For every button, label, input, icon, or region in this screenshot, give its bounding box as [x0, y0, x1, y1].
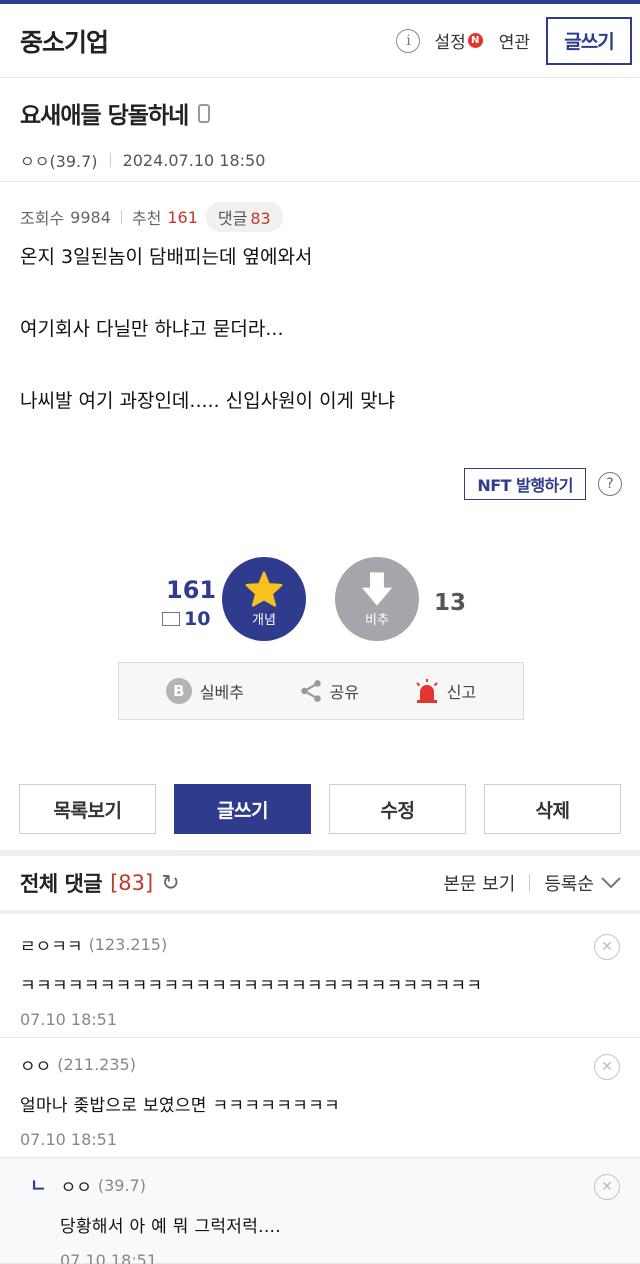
- board-header: 중소기업 i 설정 N 연관 글쓰기: [0, 4, 640, 78]
- comment-author[interactable]: ㄴ ㅇㅇ (39.7): [30, 1172, 620, 1198]
- real-best-label: 실베추: [199, 683, 244, 702]
- rec-count: 161: [167, 207, 198, 227]
- views-label: 조회수: [20, 209, 65, 228]
- body-line: 온지 3일된놈이 담배피는데 옆에와서: [20, 246, 313, 268]
- comments-header: 전체 댓글 [83] ↻ 본문 보기 등록순: [0, 856, 640, 914]
- nft-row: NFT 발행하기 ?: [464, 468, 622, 500]
- board-name[interactable]: 중소기업: [20, 23, 396, 59]
- share-icon: [300, 680, 321, 702]
- related-link[interactable]: 연관: [499, 28, 530, 53]
- post-stats: 조회수 9984 추천 161 댓글 83: [0, 182, 640, 232]
- downvote-label: 비추: [365, 612, 389, 628]
- post-button-row: 목록보기 글쓰기 수정 삭제: [19, 784, 621, 834]
- post-author[interactable]: ㅇㅇ(39.7): [20, 148, 98, 172]
- close-icon[interactable]: ✕: [594, 934, 620, 960]
- post-title: 요새애들 당돌하네: [20, 96, 620, 130]
- comment-item: ㅇㅇ (211.235) 얼마나 좆밥으로 보였으면 ㅋㅋㅋㅋㅋㅋㅋㅋ 07.1…: [0, 1038, 640, 1158]
- close-icon[interactable]: ✕: [594, 1174, 620, 1200]
- post-header: 요새애들 당돌하네 ㅇㅇ(39.7) 2024.07.10 18:50: [0, 78, 640, 182]
- report-label: 신고: [446, 683, 477, 702]
- list-button[interactable]: 목록보기: [19, 784, 156, 834]
- comment-item: ㄹㅇㅋㅋ (123.215) ㅋㅋㅋㅋㅋㅋㅋㅋㅋㅋㅋㅋㅋㅋㅋㅋㅋㅋㅋㅋㅋㅋㅋㅋㅋ…: [0, 918, 640, 1038]
- vote-area: 161 10 개념 비추 13: [0, 556, 640, 646]
- comment-author[interactable]: ㅇㅇ (211.235): [20, 1052, 620, 1077]
- siren-icon: [416, 679, 438, 703]
- fixed-upvote: 10: [162, 608, 210, 630]
- divider: [529, 874, 531, 892]
- comment-author[interactable]: ㄹㅇㅋㅋ (123.215): [20, 932, 620, 957]
- post-title-text: 요새애들 당돌하네: [20, 103, 189, 129]
- arrow-down-icon: [361, 571, 393, 606]
- chevron-down-icon[interactable]: [600, 876, 622, 890]
- body-line: 나씨발 여기 과장인데..... 신입사원이 이게 맞냐: [20, 390, 396, 412]
- comment-text: 얼마나 좆밥으로 보였으면 ㅋㅋㅋㅋㅋㅋㅋㅋ: [20, 1096, 340, 1116]
- fixed-user-icon: [162, 612, 180, 626]
- upvote-button[interactable]: 개념: [222, 557, 306, 641]
- fixed-upvote-count: 10: [184, 608, 211, 630]
- upvote-label: 개념: [252, 612, 276, 628]
- comments-controls: 본문 보기 등록순: [443, 870, 622, 896]
- view-body-button[interactable]: 본문 보기: [443, 870, 515, 896]
- post-body: 온지 3일된놈이 담배피는데 옆에와서 여기회사 다닐만 하냐고 묻더라... …: [0, 232, 640, 426]
- comment-count-pill[interactable]: 댓글 83: [205, 202, 283, 232]
- downvote-button[interactable]: 비추: [335, 557, 419, 641]
- reply-item: ㄴ ㅇㅇ (39.7) 당황해서 아 예 뭐 그럭저럭.... 07.10 18…: [0, 1158, 640, 1264]
- comment-text: ㅋㅋㅋㅋㅋㅋㅋㅋㅋㅋㅋㅋㅋㅋㅋㅋㅋㅋㅋㅋㅋㅋㅋㅋㅋㅋㅋㅋㅋ: [20, 976, 483, 996]
- post-action-bar: B 실베추 공유 신고: [118, 662, 524, 720]
- comments-total: [83]: [110, 871, 154, 895]
- write-button-top[interactable]: 글쓰기: [546, 16, 632, 65]
- views-count: 9984: [70, 207, 111, 227]
- new-badge: N: [467, 33, 483, 48]
- share-button[interactable]: 공유: [298, 678, 359, 704]
- b-icon: B: [165, 678, 192, 704]
- rec-label: 추천: [131, 209, 162, 228]
- nft-button[interactable]: NFT 발행하기: [464, 468, 586, 500]
- refresh-icon[interactable]: ↻: [161, 871, 179, 896]
- comment-author-name: ㅇㅇ: [60, 1177, 92, 1198]
- comment-time: 07.10 18:51: [20, 1010, 117, 1029]
- help-icon[interactable]: ?: [598, 472, 622, 496]
- real-best-button[interactable]: B 실베추: [165, 678, 244, 704]
- comment-ip: (123.215): [88, 935, 168, 954]
- delete-button[interactable]: 삭제: [484, 784, 621, 834]
- edit-button[interactable]: 수정: [329, 784, 466, 834]
- report-button[interactable]: 신고: [413, 678, 476, 704]
- comment-text: 당황해서 아 예 뭐 그럭저럭....: [60, 1217, 281, 1237]
- info-icon[interactable]: i: [396, 28, 421, 53]
- divider: [120, 210, 122, 224]
- downvote-count: 13: [434, 590, 467, 616]
- post-meta: ㅇㅇ(39.7) 2024.07.10 18:50: [20, 148, 620, 172]
- comment-ip: (211.235): [57, 1055, 136, 1074]
- divider: [109, 153, 111, 167]
- upvote-count: 161: [166, 576, 217, 604]
- star-icon: [245, 570, 283, 607]
- comment-time: 07.10 18:51: [60, 1251, 157, 1264]
- comments-title: 전체 댓글: [20, 872, 103, 896]
- reply-arrow-icon: ㄴ: [30, 1176, 47, 1197]
- write-button[interactable]: 글쓰기: [174, 784, 311, 834]
- comment-count: 83: [250, 209, 271, 228]
- body-line: [20, 354, 620, 390]
- settings-label: 설정: [434, 33, 466, 53]
- post-datetime: 2024.07.10 18:50: [122, 150, 266, 170]
- body-line: 여기회사 다닐만 하냐고 묻더라...: [20, 318, 284, 340]
- close-icon[interactable]: ✕: [594, 1054, 620, 1080]
- body-line: [20, 282, 620, 318]
- sort-select[interactable]: 등록순: [544, 870, 594, 896]
- comment-author-name: ㄹㅇㅋㅋ: [20, 937, 83, 957]
- share-label: 공유: [329, 683, 360, 702]
- mobile-phone-icon: [198, 103, 211, 123]
- comment-ip: (39.7): [97, 1175, 146, 1195]
- comment-time: 07.10 18:51: [20, 1130, 117, 1149]
- settings-link[interactable]: 설정 N: [434, 28, 483, 53]
- comment-label: 댓글: [217, 209, 248, 228]
- comment-author-name: ㅇㅇ: [20, 1057, 52, 1077]
